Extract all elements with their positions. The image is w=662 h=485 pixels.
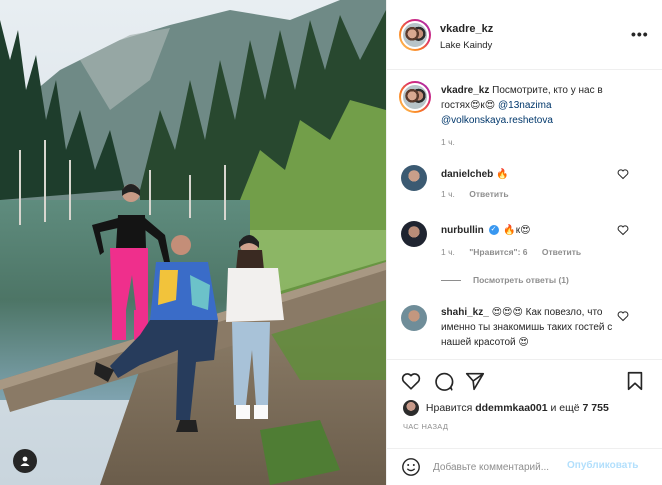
comment-time: 1 ч. [441,247,455,257]
likes-count[interactable]: 7 755 [583,402,609,414]
comment-heart-icon[interactable] [617,310,629,322]
bookmark-icon[interactable] [624,370,646,392]
likes-summary: Нравится ddemmkaa001 и ещё 7 755 [403,400,609,416]
post-header: vkadre_kz Lake Kaindy ••• [387,0,662,70]
reply-button[interactable]: Ответить [542,247,581,257]
comment-body: 🔥к😍 [503,225,531,236]
comment-body: 🔥 [496,169,509,180]
post-side-panel: vkadre_kz Lake Kaindy ••• vkadre_kz Посм… [386,0,662,485]
comment-username[interactable]: shahi_kz_ [441,307,489,318]
caption-time: 1 ч. [441,137,455,147]
reply-button[interactable]: Ответить [469,189,508,199]
comment-text: nurbullin ✓ 🔥к😍 [441,223,619,238]
comment-heart-icon[interactable] [617,168,629,180]
mention-13nazima[interactable]: @13nazima [498,100,552,111]
caption-avatar[interactable] [399,81,431,113]
post-timestamp[interactable]: ЧАС НАЗАД [403,422,448,431]
post-actions: Нравится ddemmkaa001 и ещё 7 755 ЧАС НАЗ… [387,359,662,459]
author-avatar[interactable] [399,19,431,51]
tag-user-icon[interactable] [13,449,37,473]
comment-username[interactable]: nurbullin [441,225,484,236]
comment-input[interactable] [433,458,565,476]
comment-meta: 1 ч. Ответить [441,189,521,199]
comment-time: 1 ч. [441,189,455,199]
liker-username[interactable]: ddemmkaa001 [475,402,547,414]
more-options-icon[interactable]: ••• [631,26,649,42]
post-dialog: vkadre_kz Lake Kaindy ••• vkadre_kz Посм… [0,0,662,485]
commenter-avatar[interactable] [401,305,427,331]
photo-scene [0,0,386,485]
comment-meta: 1 ч. "Нравится": 6 Ответить [441,247,593,257]
comment-text: danielcheb 🔥 [441,167,619,182]
comment-text: shahi_kz_ 😍😍😍 Как повезло, что именно ты… [441,305,619,350]
likes-prefix: Нравится [425,401,473,414]
comment-icon[interactable] [432,370,454,392]
post-photo[interactable] [0,0,386,485]
comments-list[interactable]: vkadre_kz Посмотрите, кто у нас в гостях… [387,71,662,359]
share-icon[interactable] [464,370,486,392]
commenter-avatar[interactable] [401,221,427,247]
post-location[interactable]: Lake Kaindy [440,40,492,51]
comment-likes[interactable]: "Нравится": 6 [469,247,527,257]
verified-icon: ✓ [488,225,499,236]
author-username[interactable]: vkadre_kz [440,23,493,35]
heart-icon[interactable] [400,370,422,392]
caption-text: vkadre_kz Посмотрите, кто у нас в гостях… [441,83,619,128]
emoji-icon[interactable] [401,457,421,477]
commenter-avatar[interactable] [401,165,427,191]
likes-suffix: и ещё [550,401,580,414]
mention-volkonskaya[interactable]: @volkonskaya.reshetova [441,115,553,126]
caption-meta: 1 ч. [441,137,467,147]
add-comment-bar: Опубликовать [387,448,662,485]
view-replies-button[interactable]: Посмотреть ответы (1) [441,275,569,285]
comment-heart-icon[interactable] [617,224,629,236]
caption-username[interactable]: vkadre_kz [441,85,489,96]
publish-button[interactable]: Опубликовать [567,460,638,471]
liker-avatar[interactable] [403,400,419,416]
comment-username[interactable]: danielcheb [441,169,493,180]
